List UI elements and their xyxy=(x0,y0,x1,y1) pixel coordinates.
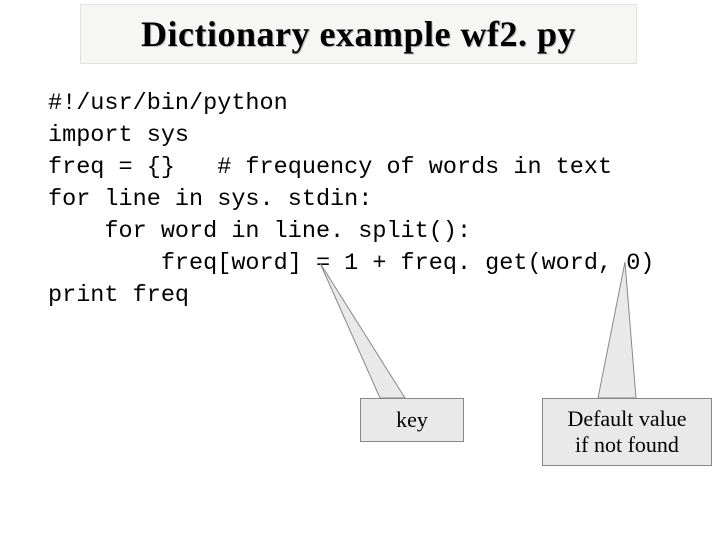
slide-title: Dictionary example wf2. py xyxy=(141,13,576,55)
callout-key-label: key xyxy=(396,407,428,433)
code-block: #!/usr/bin/python import sys freq = {} #… xyxy=(48,88,654,312)
slide: Dictionary example wf2. py #!/usr/bin/py… xyxy=(0,0,720,540)
callout-default: Default value if not found xyxy=(542,398,712,466)
callout-key: key xyxy=(360,398,464,442)
title-box: Dictionary example wf2. py xyxy=(80,4,637,64)
callout-default-label: Default value if not found xyxy=(567,406,686,458)
